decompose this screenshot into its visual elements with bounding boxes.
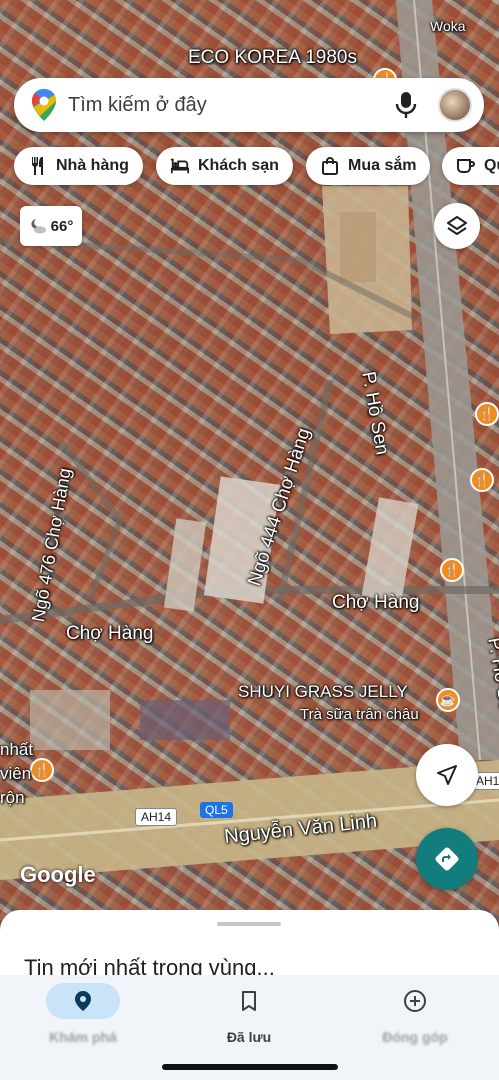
- chip-hotels[interactable]: Khách sạn: [156, 147, 293, 185]
- nav-contribute[interactable]: Đóng góp: [355, 983, 475, 1045]
- search-input[interactable]: Tìm kiếm ở đây: [68, 94, 394, 117]
- bookmark-icon: [242, 991, 256, 1011]
- restaurant-icon: [32, 157, 43, 175]
- microphone-icon[interactable]: [394, 90, 418, 120]
- chip-label: Qu: [484, 157, 499, 174]
- coffee-icon: [457, 159, 475, 173]
- nav-label: Đã lưu: [226, 1029, 272, 1045]
- map-label-cho-hang-1: Chợ Hàng: [332, 592, 420, 613]
- restaurant-pin-icon[interactable]: 🍴: [470, 468, 494, 492]
- nav-saved[interactable]: Đã lưu: [189, 983, 309, 1045]
- nav-label: Khám phá: [49, 1029, 117, 1045]
- nav-saved-indicator: [212, 983, 286, 1019]
- chip-label: Khách sạn: [198, 157, 279, 174]
- nav-contribute-indicator: [378, 983, 452, 1019]
- chip-label: Nhà hàng: [56, 157, 129, 174]
- home-indicator[interactable]: [162, 1064, 338, 1070]
- weather-badge[interactable]: 66°: [20, 206, 82, 246]
- maps-pin-icon: [32, 89, 56, 121]
- explore-pin-icon: [75, 991, 91, 1011]
- weather-temp: 66°: [50, 217, 74, 235]
- map-label-eco-korea[interactable]: ECO KOREA 1980s: [188, 47, 357, 69]
- directions-button[interactable]: [416, 828, 478, 890]
- restaurant-pin-icon[interactable]: 🍴: [475, 402, 499, 426]
- add-circle-icon: [404, 990, 426, 1012]
- directions-icon: [435, 847, 459, 871]
- map-label-shuyi[interactable]: SHUYI GRASS JELLY: [238, 682, 408, 702]
- chip-shopping[interactable]: Mua sắm: [306, 147, 431, 185]
- ql5-shield: QL5: [200, 802, 233, 818]
- chip-restaurants[interactable]: Nhà hàng: [14, 147, 143, 185]
- restaurant-pin-icon[interactable]: 🍴: [30, 758, 54, 782]
- chip-coffee[interactable]: Qu: [442, 147, 499, 185]
- map-label-left-edge: nhất viên rộn: [0, 740, 34, 807]
- restaurant-pin-icon[interactable]: 🍴: [440, 558, 464, 582]
- moon-cloud-icon: [31, 219, 46, 234]
- map-label-cho-hang-2: Chợ Hàng: [66, 623, 154, 644]
- sheet-drag-handle[interactable]: [217, 922, 281, 926]
- search-bar[interactable]: Tìm kiếm ở đây: [14, 78, 484, 132]
- map-label-top-right: Woka: [430, 18, 466, 34]
- avatar[interactable]: [438, 88, 472, 122]
- nav-explore-indicator: [46, 983, 120, 1019]
- cafe-pin-icon[interactable]: ☕: [436, 688, 460, 712]
- layers-icon: [447, 216, 467, 235]
- layers-button[interactable]: [434, 203, 480, 249]
- chip-label: Mua sắm: [348, 157, 417, 174]
- ah14-shield: AH14: [135, 808, 178, 826]
- hotel-icon: [170, 158, 190, 174]
- shopping-icon: [322, 157, 338, 175]
- navigation-arrow-icon: [437, 765, 457, 785]
- google-logo: Google: [20, 862, 96, 887]
- map-label-tra-sua: Trà sữa trân châu: [300, 706, 419, 723]
- my-location-button[interactable]: [416, 744, 478, 806]
- nav-explore[interactable]: Khám phá: [23, 983, 143, 1045]
- nav-label: Đóng góp: [382, 1029, 448, 1045]
